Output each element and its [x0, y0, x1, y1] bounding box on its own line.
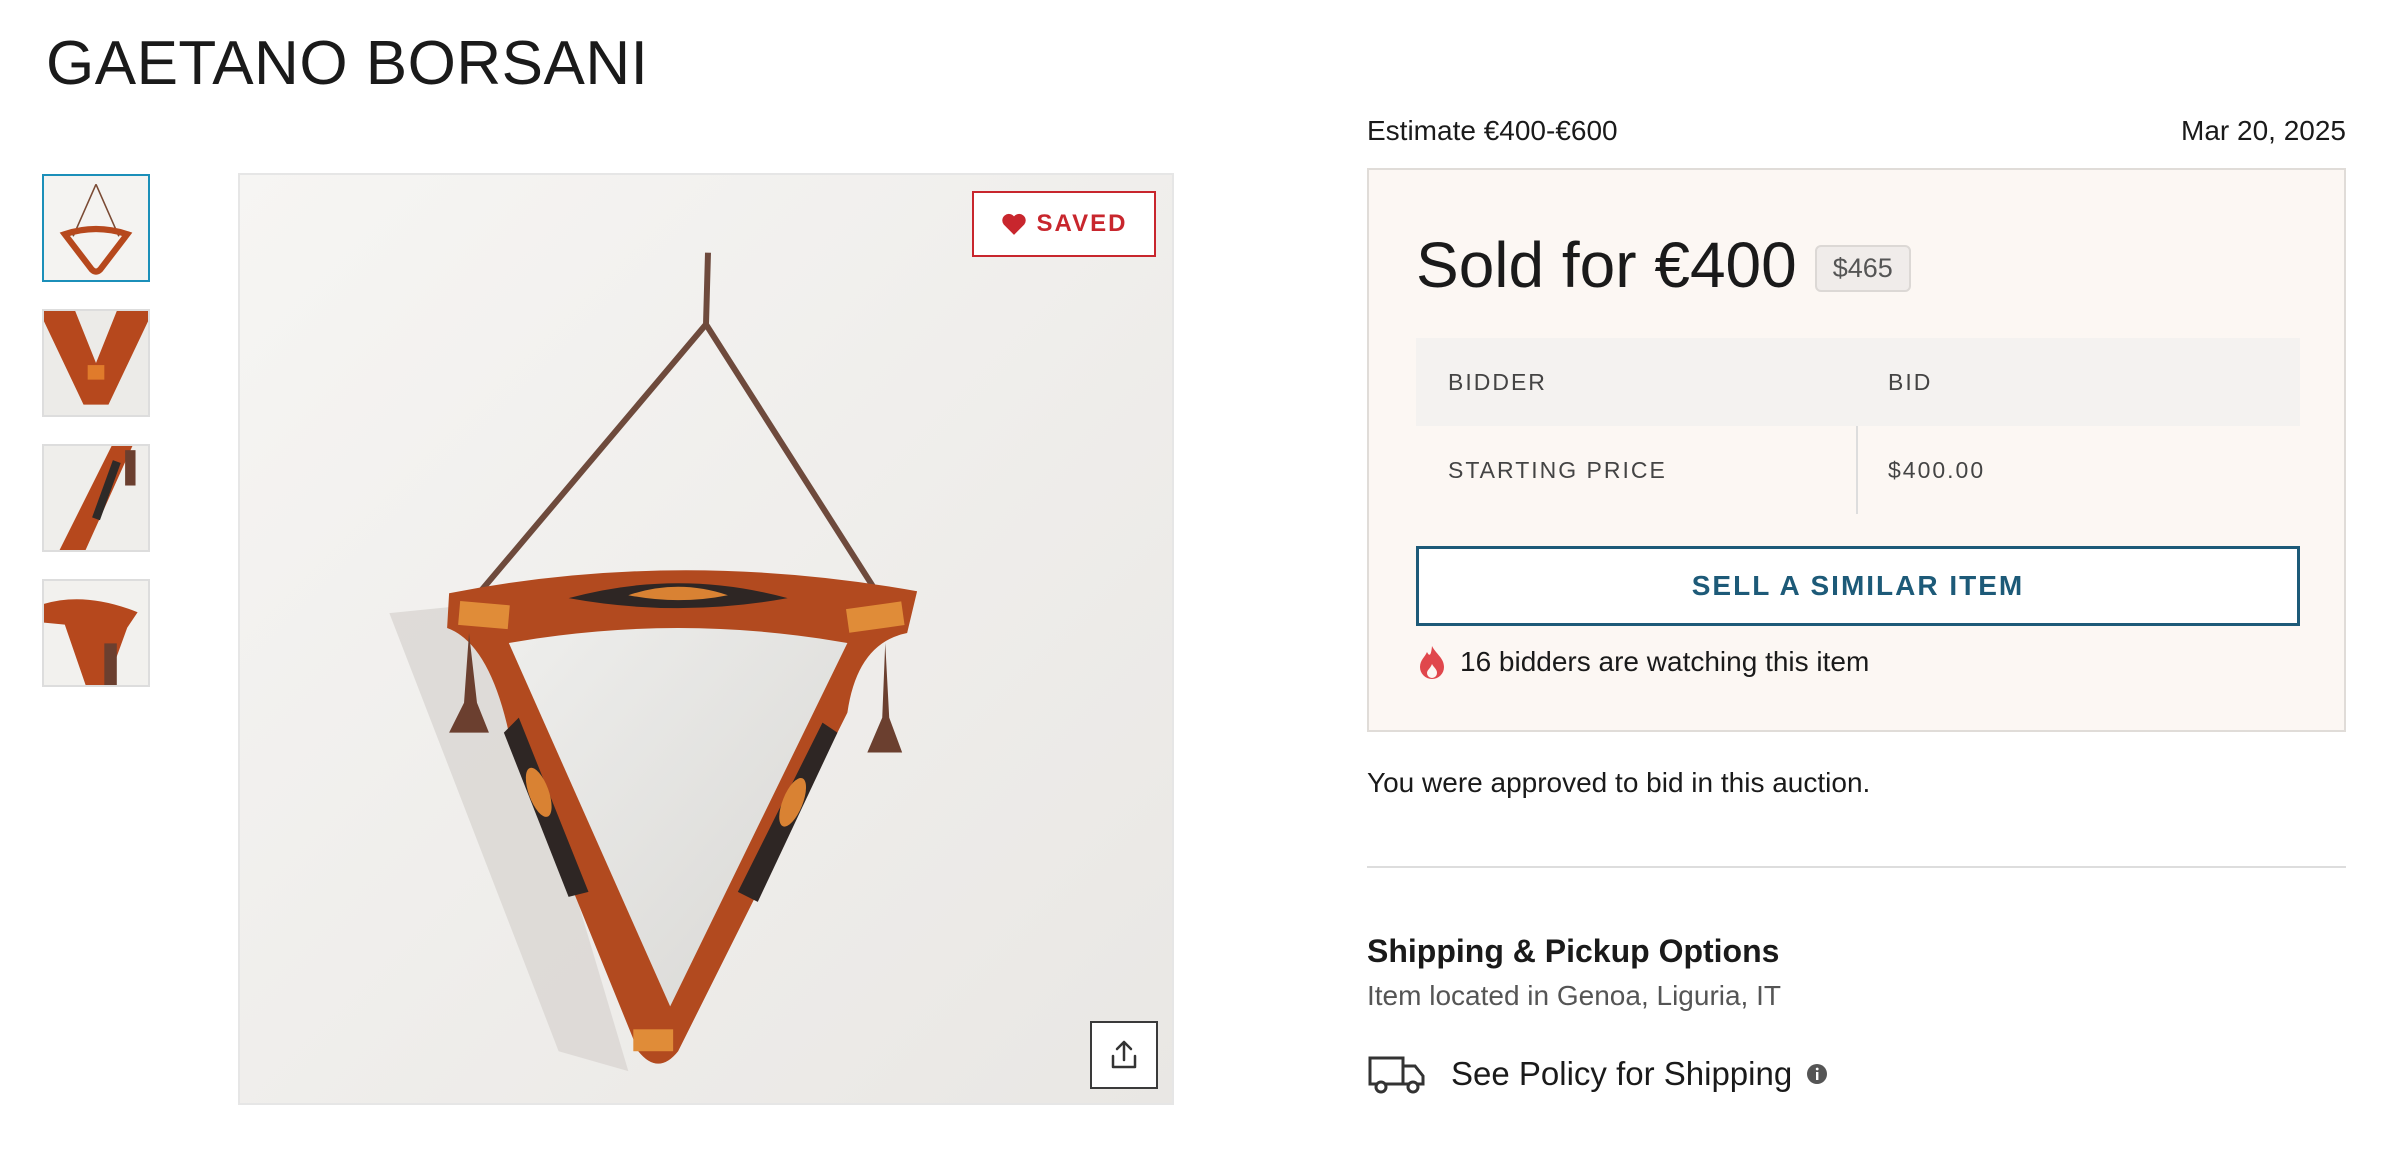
sold-price: Sold for €400 — [1416, 229, 1797, 301]
bidder-cell: STARTING PRICE — [1416, 426, 1858, 514]
estimate-text: Estimate €400-€600 — [1367, 115, 1618, 146]
saved-label: SAVED — [1036, 210, 1128, 237]
thumbnail-list — [42, 174, 150, 714]
shipping-policy-text: See Policy for Shipping — [1451, 1055, 1793, 1092]
bid-column-header: BID — [1888, 368, 1933, 395]
thumbnail-2[interactable] — [42, 309, 150, 417]
info-icon[interactable] — [1806, 1063, 1828, 1085]
main-product-image[interactable]: SAVED — [238, 173, 1174, 1105]
share-icon — [1111, 1040, 1137, 1069]
thumbnail-4[interactable] — [42, 579, 150, 687]
saved-button[interactable]: SAVED — [972, 191, 1156, 257]
page-title: GAETANO BORSANI — [46, 29, 649, 98]
shipping-policy-link[interactable]: See Policy for Shipping — [1367, 1052, 1828, 1096]
bid-table: BIDDER BID STARTING PRICE $400.00 — [1416, 338, 2300, 514]
thumbnail-1[interactable] — [42, 174, 150, 282]
auction-date: Mar 20, 2025 — [2181, 115, 2346, 146]
flame-icon — [1420, 646, 1444, 679]
share-button[interactable] — [1090, 1021, 1158, 1089]
usd-price-badge: $465 — [1814, 244, 1911, 292]
watchers-notice: 16 bidders are watching this item — [1416, 644, 1869, 680]
approval-message: You were approved to bid in this auction… — [1367, 767, 1871, 798]
bid-cell: $400.00 — [1888, 456, 1986, 483]
table-row: STARTING PRICE $400.00 — [1416, 426, 2300, 514]
sell-similar-item-button[interactable]: SELL A SIMILAR ITEM — [1416, 546, 2300, 626]
thumbnail-3[interactable] — [42, 444, 150, 552]
sold-price-line: Sold for €400 $465 — [1416, 228, 1911, 302]
heart-icon — [1001, 213, 1026, 235]
bidder-column-header: BIDDER — [1448, 368, 1547, 395]
watchers-text: 16 bidders are watching this item — [1460, 646, 1870, 677]
item-location: Item located in Genoa, Liguria, IT — [1367, 980, 1781, 1011]
sold-panel: Sold for €400 $465 BIDDER BID STARTING P… — [1367, 168, 2346, 732]
mirror-photo — [240, 175, 1172, 1103]
truck-icon — [1368, 1056, 1425, 1094]
shipping-title: Shipping & Pickup Options — [1367, 933, 1780, 969]
section-divider — [1367, 866, 2346, 868]
bid-table-header: BIDDER BID — [1416, 338, 2300, 426]
